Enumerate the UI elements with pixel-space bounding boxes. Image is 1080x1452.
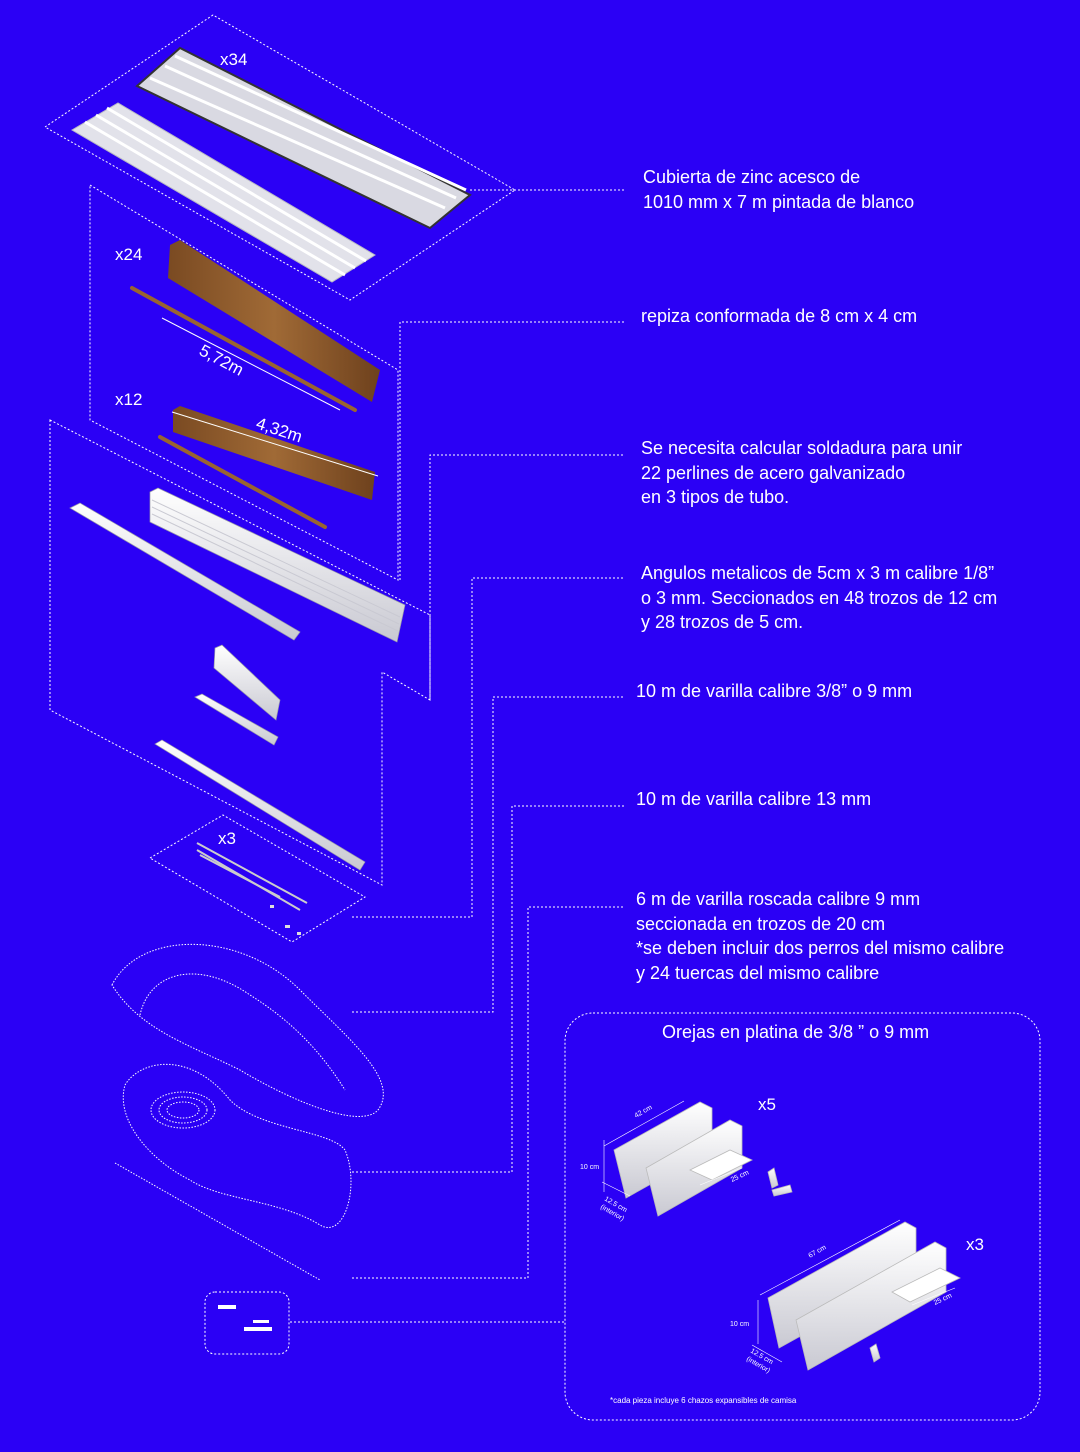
count-angles: x3	[218, 829, 236, 848]
count-zinc: x34	[220, 50, 248, 69]
label-angulos: Angulos metalicos de 5cm x 3 m calibre 1…	[641, 563, 998, 632]
count-wood-short: x12	[115, 390, 143, 409]
anchor-pieces	[218, 1305, 272, 1331]
orejas-title: Orejas en platina de 3/8 ” o 9 mm	[662, 1022, 930, 1042]
label-repiza: repiza conformada de 8 cm x 4 cm	[641, 306, 918, 326]
orejas-footnote: *cada pieza incluye 6 chazos expansibles…	[610, 1396, 797, 1405]
count-wood-long: x24	[115, 245, 143, 264]
label-soldadura: Se necesita calcular soldadura para unir…	[641, 438, 963, 507]
count-ears-small: x5	[758, 1095, 776, 1114]
small-height: 10 cm	[580, 1164, 599, 1171]
angles	[196, 842, 308, 911]
angle-pieces	[270, 905, 301, 935]
tube-long-2	[154, 739, 366, 871]
oreja-large	[767, 1221, 961, 1371]
leader-varilla13	[352, 805, 625, 1173]
label-zinc: Cubierta de zinc acesco de 1010 mm x 7 m…	[643, 167, 915, 212]
frames	[44, 14, 1041, 1421]
leader-roscada	[352, 906, 625, 1279]
leader-repiza	[399, 321, 625, 580]
large-length: 67 cm	[808, 1244, 828, 1260]
frame-anchors	[204, 1291, 290, 1355]
large-height: 10 cm	[730, 1321, 749, 1328]
label-roscada: 6 m de varilla roscada calibre 9 mm secc…	[636, 889, 1005, 983]
threaded-rod	[114, 1162, 321, 1281]
count-ears-large: x3	[966, 1235, 984, 1254]
rebar-coil-38	[111, 943, 384, 1117]
label-varilla-38: 10 m de varilla calibre 3/8” o 9 mm	[636, 681, 913, 701]
materials-diagram: 42 cm 10 cm 25 cm 12.5 cm (interior) 67 …	[44, 14, 1041, 1421]
frame-angles	[149, 814, 366, 943]
oreja-small	[613, 1101, 793, 1217]
frame-orejas	[564, 1012, 1041, 1421]
rebar-coil-13	[122, 1063, 352, 1228]
small-length: 42 cm	[634, 1104, 654, 1120]
leader-varilla38	[352, 696, 625, 1013]
label-varilla-13: 10 m de varilla calibre 13 mm	[636, 789, 872, 809]
leader-soldadura	[429, 454, 625, 700]
tubes	[69, 487, 406, 871]
